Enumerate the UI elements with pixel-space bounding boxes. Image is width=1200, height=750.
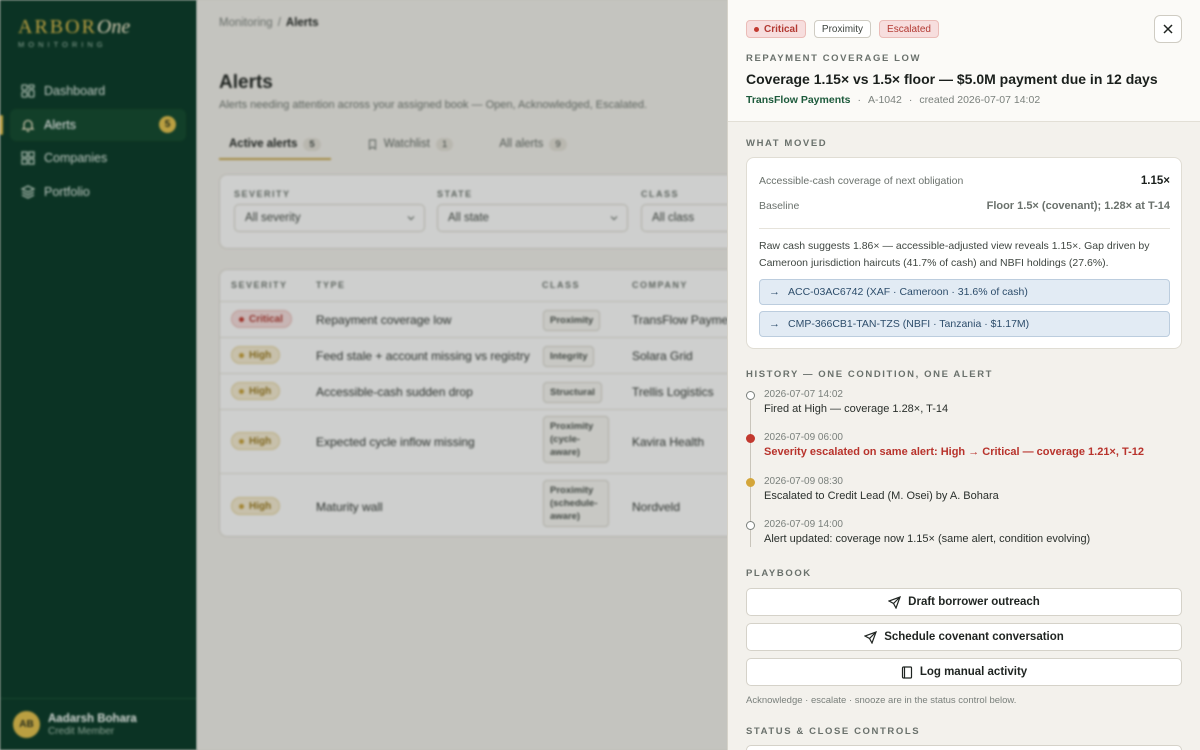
company-link[interactable]: TransFlow Payments xyxy=(746,94,850,106)
status-controls-label: STATUS & CLOSE CONTROLS xyxy=(746,726,921,737)
arrow-right-icon: → xyxy=(769,286,780,298)
send-icon xyxy=(888,595,902,609)
baseline-value: Floor 1.5× (covenant); 1.28× at T-14 xyxy=(986,200,1170,212)
log-activity-button[interactable]: Log manual activity xyxy=(746,658,1182,686)
what-moved-card: Accessible-cash coverage of next obligat… xyxy=(746,157,1182,349)
baseline-row: Baseline Floor 1.5× (covenant); 1.28× at… xyxy=(759,200,1170,212)
coverage-explanation: Raw cash suggests 1.86× — accessible-adj… xyxy=(759,240,1150,269)
severity-pill: Critical xyxy=(746,20,806,38)
alert-title: Coverage 1.15× vs 1.5× floor — $5.0M pay… xyxy=(746,71,1158,87)
status-dot xyxy=(746,521,755,530)
schedule-conversation-button[interactable]: Schedule covenant conversation xyxy=(746,623,1182,651)
created-timestamp: created 2026-07-07 14:02 xyxy=(919,94,1041,106)
playbook-label: PLAYBOOK xyxy=(746,568,812,579)
send-icon xyxy=(864,630,878,644)
status-dot xyxy=(746,434,755,443)
playbook-hint: Acknowledge · escalate · snooze are in t… xyxy=(746,695,1017,706)
status-dot xyxy=(746,391,755,400)
status-dot xyxy=(746,478,755,487)
alert-detail-drawer: Critical Proximity Escalated REPAYMENT C… xyxy=(727,0,1200,750)
metric-row: Accessible-cash coverage of next obligat… xyxy=(759,175,1170,187)
sidebar-backdrop[interactable] xyxy=(0,0,197,750)
close-icon xyxy=(1163,24,1173,34)
alert-pills: Critical Proximity Escalated xyxy=(746,20,947,38)
status-control[interactable] xyxy=(746,745,1182,750)
metric-value: 1.15× xyxy=(1140,175,1170,187)
arrow-right-icon: → xyxy=(769,318,780,330)
holding-link[interactable]: → CMP-366CB1-TAN-TZS (NBFI · Tanzania · $… xyxy=(759,311,1170,337)
account-link[interactable]: → ACC-03AC6742 (XAF · Cameroon · 31.6% of… xyxy=(759,279,1170,305)
book-icon xyxy=(901,665,912,679)
draft-outreach-button[interactable]: Draft borrower outreach xyxy=(746,588,1182,616)
state-pill: Escalated xyxy=(879,20,939,38)
close-button[interactable] xyxy=(1154,15,1182,43)
alert-meta: TransFlow Payments · A-1042 · created 20… xyxy=(746,94,1041,106)
what-moved-label: WHAT MOVED xyxy=(746,138,828,149)
alert-type-label: REPAYMENT COVERAGE LOW xyxy=(746,53,922,64)
class-pill: Proximity xyxy=(813,20,872,38)
drawer-header: Critical Proximity Escalated REPAYMENT C… xyxy=(728,0,1200,122)
alert-id: A-1042 xyxy=(867,94,902,106)
history-label: HISTORY — ONE CONDITION, ONE ALERT xyxy=(746,369,994,380)
